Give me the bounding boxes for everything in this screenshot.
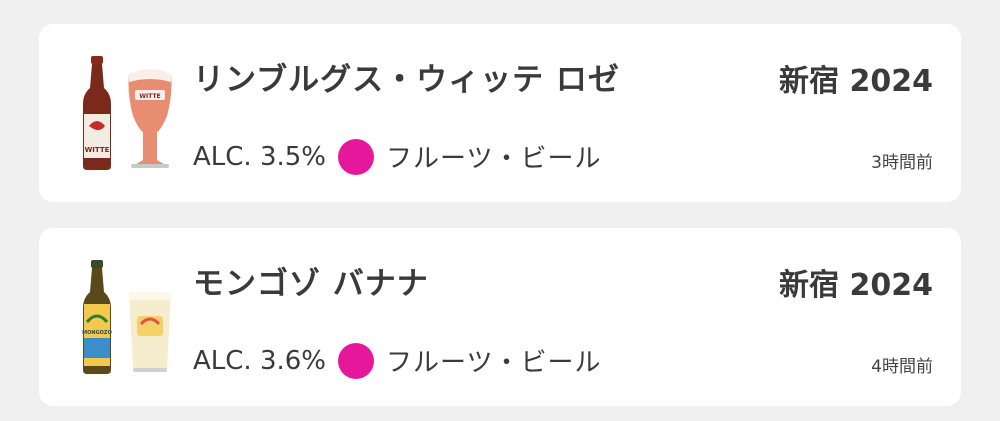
svg-text:WITTE: WITTE — [139, 93, 160, 100]
abv-label: ALC. 3.6% — [193, 345, 327, 376]
timestamp: 3時間前 — [871, 153, 933, 173]
style-color-dot — [338, 138, 375, 175]
style-color-dot — [338, 342, 375, 379]
checkin-card[interactable]: WITTE WITTE リンブルグス・ウィッテ ロゼ 新宿 2024 ALC. … — [39, 24, 961, 202]
style-label: フルーツ・ビール — [386, 348, 602, 378]
timestamp: 4時間前 — [871, 357, 933, 377]
beer-name: モンゴゾ バナナ — [193, 266, 429, 302]
checkin-list: WITTE WITTE リンブルグス・ウィッテ ロゼ 新宿 2024 ALC. … — [0, 0, 1000, 421]
checkin-card[interactable]: MONGOZO モンゴゾ バナナ 新宿 2024 ALC. 3.6% フルーツ・… — [39, 228, 961, 406]
beer-name: リンブルグス・ウィッテ ロゼ — [193, 62, 620, 98]
svg-text:WITTE: WITTE — [85, 146, 110, 154]
beer-meta: ALC. 3.5% フルーツ・ビール — [193, 138, 602, 175]
beer-bottle-and-glass-icon: MONGOZO — [82, 260, 171, 374]
style-label: フルーツ・ビール — [386, 144, 602, 174]
event-label: 新宿 2024 — [779, 64, 933, 99]
svg-text:MONGOZO: MONGOZO — [82, 330, 112, 336]
abv-label: ALC. 3.5% — [193, 141, 327, 172]
event-label: 新宿 2024 — [779, 268, 933, 303]
beer-meta: ALC. 3.6% フルーツ・ビール — [193, 342, 602, 379]
beer-bottle-and-glass-icon: WITTE WITTE — [83, 56, 172, 170]
beer-thumbnail: WITTE WITTE — [77, 54, 197, 174]
beer-thumbnail: MONGOZO — [77, 258, 197, 378]
